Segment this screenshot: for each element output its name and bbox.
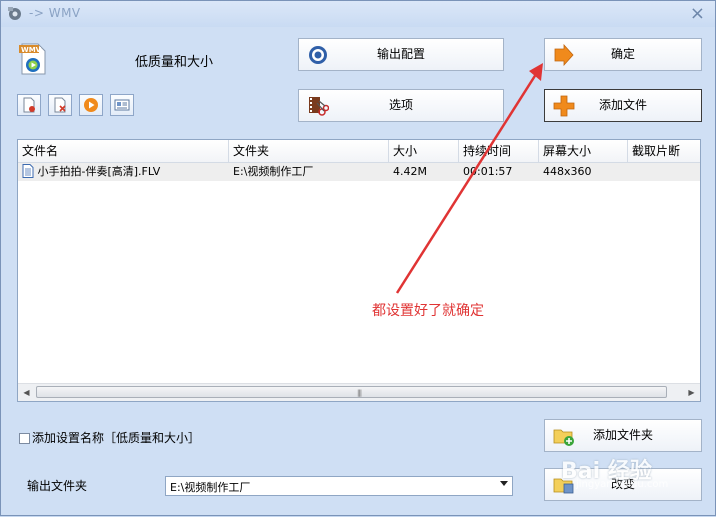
svg-text:WMV: WMV: [21, 46, 42, 54]
info-button[interactable]: [110, 94, 134, 116]
column-header-clip[interactable]: 截取片断: [628, 140, 700, 162]
column-header-screen-size[interactable]: 屏幕大小: [539, 140, 628, 162]
ok-button[interactable]: 确定: [544, 38, 702, 71]
column-header-filename[interactable]: 文件名: [18, 140, 229, 162]
file-table: 文件名 文件夹 大小 持续时间 屏幕大小 截取片断 小手拍拍-伴奏[高清].FL…: [17, 139, 701, 402]
window-title: -> WMV: [29, 6, 81, 20]
cell-clip: [628, 163, 700, 181]
column-header-folder[interactable]: 文件夹: [229, 140, 389, 162]
document-icon: [22, 164, 34, 178]
wmv-file-icon: WMV: [19, 43, 46, 75]
save-profile-label: 添加设置名称［低质量和大小］: [32, 431, 201, 445]
save-profile-checkbox-row[interactable]: 添加设置名称［低质量和大小］: [19, 429, 200, 446]
play-icon: [84, 98, 98, 112]
cell-size: 4.42M: [393, 165, 427, 178]
file-new-icon: [23, 97, 35, 113]
save-profile-checkbox[interactable]: [19, 433, 30, 444]
ok-label: 确定: [610, 47, 635, 61]
table-row[interactable]: 小手拍拍-伴奏[高清].FLV E:\视频制作工厂 4.42M 00:01:57…: [18, 163, 700, 181]
baidu-watermark-url: jingyan.baidu.com: [576, 479, 669, 490]
output-folder-value: E:\视频制作工厂: [170, 481, 251, 494]
output-config-label: 输出配置: [376, 47, 425, 61]
cell-screen-size: 448x360: [543, 165, 592, 178]
close-icon[interactable]: ×: [690, 3, 705, 24]
table-header: 文件名 文件夹 大小 持续时间 屏幕大小 截取片断: [18, 140, 700, 163]
main-window: -> WMV × WMV 低质量和大小 输出配置 选项 确定 添加文件 文件名 …: [0, 0, 716, 516]
filename-text: 小手拍拍-伴奏[高清].FLV: [37, 165, 161, 178]
cell-filename: 小手拍拍-伴奏[高清].FLV: [22, 163, 229, 181]
add-file-button[interactable]: 添加文件: [544, 89, 702, 122]
cell-duration: 00:01:57: [463, 165, 513, 178]
column-header-size[interactable]: 大小: [389, 140, 459, 162]
file-remove-icon: [54, 97, 66, 113]
column-header-duration[interactable]: 持续时间: [459, 140, 539, 162]
remove-file-button[interactable]: [48, 94, 72, 116]
options-label: 选项: [388, 98, 413, 112]
horizontal-scrollbar[interactable]: ◀ ||| ▶: [18, 383, 700, 401]
chevron-down-icon[interactable]: [500, 481, 508, 486]
add-folder-button[interactable]: 添加文件夹: [544, 419, 702, 452]
output-config-button[interactable]: 输出配置: [298, 38, 504, 71]
cell-folder: E:\视频制作工厂: [233, 165, 314, 178]
app-icon: [8, 7, 21, 20]
play-button[interactable]: [79, 94, 103, 116]
profile-label: 低质量和大小: [135, 55, 214, 70]
output-folder-label: 输出文件夹: [27, 479, 88, 493]
title-bar: -> WMV ×: [1, 1, 715, 27]
new-file-button[interactable]: [17, 94, 41, 116]
add-folder-label: 添加文件夹: [592, 428, 653, 442]
scrollbar-thumb[interactable]: |||: [36, 386, 667, 398]
options-button[interactable]: 选项: [298, 89, 504, 122]
add-file-label: 添加文件: [598, 98, 647, 112]
output-folder-select[interactable]: E:\视频制作工厂: [165, 476, 513, 496]
grip-icon: |||: [357, 389, 362, 397]
info-card-icon: [114, 99, 130, 111]
scroll-right-icon[interactable]: ▶: [683, 384, 700, 401]
scroll-left-icon[interactable]: ◀: [18, 384, 35, 401]
annotation-text: 都设置好了就确定: [372, 303, 484, 319]
